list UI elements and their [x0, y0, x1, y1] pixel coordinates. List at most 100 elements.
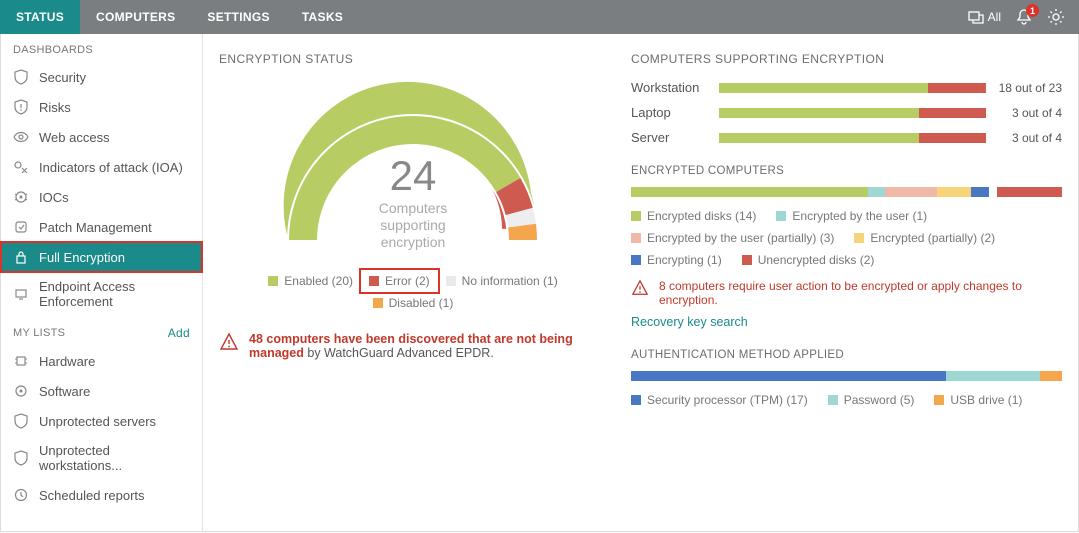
notifications-icon[interactable]: 1 [1015, 8, 1033, 26]
sidebar-item-web-access[interactable]: Web access [1, 122, 202, 152]
bar-segment [997, 187, 1062, 197]
encrypted-legend: Encrypted disks (14) Encrypted by the use… [631, 207, 1062, 269]
sidebar-item-label: Web access [39, 130, 110, 145]
legend-label: Encrypting (1) [647, 253, 722, 267]
swatch [934, 395, 944, 405]
bar-segment [631, 187, 868, 197]
sidebar-item-label: IOCs [39, 190, 69, 205]
encryption-warning: 8 computers require user action to be en… [631, 279, 1062, 307]
gauge-label-3: encryption [219, 234, 607, 251]
sidebar-item-security[interactable]: Security [1, 62, 202, 92]
topbar: STATUS COMPUTERS SETTINGS TASKS All 1 [0, 0, 1079, 34]
support-row: Server 3 out of 4 [631, 130, 1062, 145]
legend-enabled[interactable]: Enabled (20) [260, 270, 361, 292]
legend-item[interactable]: Password (5) [828, 391, 915, 409]
legend-label: Encrypted (partially) (2) [870, 231, 995, 245]
list-item-unprotected-servers[interactable]: Unprotected servers [1, 406, 202, 436]
legend-item[interactable]: Encrypting (1) [631, 251, 722, 269]
encrypted-title: ENCRYPTED COMPUTERS [631, 165, 1062, 177]
swatch [631, 233, 641, 243]
notifications-badge: 1 [1026, 4, 1039, 17]
support-bar [719, 133, 986, 143]
legend-label: Security processor (TPM) (17) [647, 393, 808, 407]
attack-icon [13, 159, 29, 175]
supporting-rows: Workstation 18 out of 23 Laptop 3 out of … [631, 80, 1062, 145]
tab-tasks[interactable]: TASKS [286, 0, 359, 34]
legend-label: USB drive (1) [950, 393, 1022, 407]
swatch [446, 276, 456, 286]
sidebar-item-ioa[interactable]: Indicators of attack (IOA) [1, 152, 202, 182]
legend-label: Error (2) [385, 274, 430, 288]
legend-item[interactable]: Security processor (TPM) (17) [631, 391, 808, 409]
legend-item[interactable]: Encrypted disks (14) [631, 207, 756, 225]
patch-icon [13, 219, 29, 235]
swatch [631, 395, 641, 405]
recovery-key-link[interactable]: Recovery key search [631, 315, 1062, 329]
hardware-icon [13, 353, 29, 369]
bar-segment [946, 371, 1041, 381]
tab-status[interactable]: STATUS [0, 0, 80, 34]
sidebar-item-patch[interactable]: Patch Management [1, 212, 202, 242]
bar-segment [971, 187, 988, 197]
legend-noinfo[interactable]: No information (1) [438, 270, 566, 292]
endpoint-icon [13, 286, 29, 302]
legend-label: No information (1) [462, 274, 558, 288]
sidebar-item-label: Security [39, 70, 86, 85]
legend-item[interactable]: Encrypted by the user (1) [776, 207, 927, 225]
sidebar-item-endpoint-access[interactable]: Endpoint Access Enforcement [1, 272, 202, 316]
support-value: 18 out of 23 [994, 81, 1062, 95]
legend-item[interactable]: Unencrypted disks (2) [742, 251, 875, 269]
warning-text: 8 computers require user action to be en… [659, 279, 1062, 307]
mylists-label: MY LISTS [13, 327, 65, 339]
sidebar-item-label: Patch Management [39, 220, 152, 235]
support-label: Server [631, 130, 711, 145]
clock-icon [13, 487, 29, 503]
dashboards-title: DASHBOARDS [1, 34, 202, 62]
support-label: Laptop [631, 105, 711, 120]
auth-legend: Security processor (TPM) (17) Password (5… [631, 391, 1062, 409]
warning-icon [631, 279, 649, 307]
legend-label: Encrypted by the user (1) [792, 209, 927, 223]
add-list-link[interactable]: Add [168, 326, 190, 340]
sidebar-item-label: Risks [39, 100, 71, 115]
legend-label: Password (5) [844, 393, 915, 407]
sidebar-item-risks[interactable]: Risks [1, 92, 202, 122]
sidebar-item-full-encryption[interactable]: Full Encryption [1, 242, 202, 272]
encryption-status-title: ENCRYPTION STATUS [219, 52, 607, 66]
swatch [828, 395, 838, 405]
bar-segment [885, 187, 937, 197]
gauge-label-1: Computers [219, 200, 607, 217]
list-item-label: Unprotected workstations... [39, 443, 190, 473]
gauge-number: 24 [219, 152, 607, 200]
list-item-label: Unprotected servers [39, 414, 156, 429]
ioc-icon [13, 189, 29, 205]
tab-settings[interactable]: SETTINGS [191, 0, 285, 34]
bar-segment [937, 187, 971, 197]
legend-item[interactable]: USB drive (1) [934, 391, 1022, 409]
list-item-unprotected-workstations[interactable]: Unprotected workstations... [1, 436, 202, 480]
mylists-title: MY LISTS Add [1, 316, 202, 346]
sidebar-item-iocs[interactable]: IOCs [1, 182, 202, 212]
filter-all-button[interactable]: All [968, 8, 1001, 26]
supporting-title: COMPUTERS SUPPORTING ENCRYPTION [631, 52, 1062, 66]
support-label: Workstation [631, 80, 711, 95]
support-value: 3 out of 4 [994, 106, 1062, 120]
auth-bar [631, 371, 1062, 381]
legend-item[interactable]: Encrypted (partially) (2) [854, 229, 995, 247]
tab-computers[interactable]: COMPUTERS [80, 0, 191, 34]
list-item-hardware[interactable]: Hardware [1, 346, 202, 376]
list-item-software[interactable]: Software [1, 376, 202, 406]
warning-icon [219, 332, 239, 352]
legend-disabled[interactable]: Disabled (1) [365, 292, 462, 314]
legend-label: Disabled (1) [389, 296, 454, 310]
support-row: Workstation 18 out of 23 [631, 80, 1062, 95]
swatch [776, 211, 786, 221]
lock-icon [13, 249, 29, 265]
list-item-label: Scheduled reports [39, 488, 145, 503]
support-bar [719, 83, 986, 93]
sidebar-item-label: Full Encryption [39, 250, 125, 265]
list-item-scheduled-reports[interactable]: Scheduled reports [1, 480, 202, 510]
legend-item[interactable]: Encrypted by the user (partially) (3) [631, 229, 834, 247]
legend-error[interactable]: Error (2) [361, 270, 438, 292]
gear-icon[interactable] [1047, 8, 1065, 26]
